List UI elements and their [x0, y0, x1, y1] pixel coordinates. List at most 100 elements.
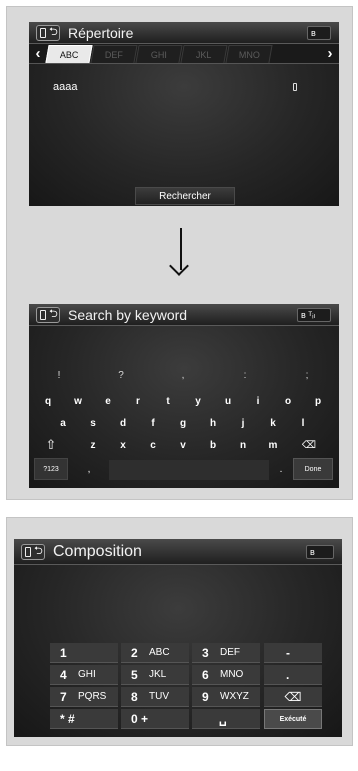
- key-letters: DEF: [220, 647, 240, 658]
- key-w[interactable]: w: [64, 392, 92, 410]
- down-arrow-icon: [180, 228, 182, 270]
- mode-key[interactable]: ?123: [34, 458, 68, 480]
- key-letters: ABC: [149, 647, 170, 658]
- bluetooth-icon: ʙ: [307, 26, 331, 40]
- dial-key[interactable]: -: [264, 643, 322, 663]
- execute-button[interactable]: Exécuté: [264, 709, 322, 729]
- key-p[interactable]: p: [304, 392, 332, 410]
- tab-mno[interactable]: MNO: [225, 44, 273, 63]
- search-button[interactable]: Rechercher: [135, 187, 235, 205]
- key-k[interactable]: k: [259, 414, 287, 432]
- key-d[interactable]: d: [109, 414, 137, 432]
- key-letters: GHI: [78, 669, 96, 680]
- dial-key[interactable]: 1: [50, 643, 118, 663]
- dial-key[interactable]: 5 JKL: [121, 665, 189, 685]
- key-u[interactable]: u: [214, 392, 242, 410]
- key-digit: 2: [131, 645, 138, 660]
- contact-name: aaaa: [53, 81, 78, 93]
- key-symbol[interactable]: ,: [173, 368, 193, 382]
- done-key[interactable]: Done: [293, 458, 333, 480]
- space-bar[interactable]: [109, 460, 269, 480]
- key-y[interactable]: y: [184, 392, 212, 410]
- key-b[interactable]: b: [199, 436, 227, 454]
- key-m[interactable]: m: [259, 436, 287, 454]
- dial-key[interactable]: 2 ABC: [121, 643, 189, 663]
- title-bar: ⮌ Composition ʙ: [14, 539, 342, 565]
- key-digit: -: [286, 645, 290, 660]
- dial-key[interactable]: .: [264, 665, 322, 685]
- key-o[interactable]: o: [274, 392, 302, 410]
- key-g[interactable]: g: [169, 414, 197, 432]
- key-q[interactable]: q: [34, 392, 62, 410]
- chevron-left-icon[interactable]: ‹: [29, 45, 47, 62]
- key-j[interactable]: j: [229, 414, 257, 432]
- dial-key[interactable]: 8 TUV: [121, 687, 189, 707]
- key-digit: 5: [131, 667, 138, 682]
- key-letters: TUV: [149, 691, 169, 702]
- key-digit: 6: [202, 667, 209, 682]
- chevron-right-icon[interactable]: ›: [321, 45, 339, 62]
- phone-back-icon[interactable]: ⮌: [36, 306, 60, 323]
- phone-back-icon[interactable]: ⮌: [21, 543, 45, 560]
- key-digit: * #: [60, 711, 75, 726]
- comma-key[interactable]: ,: [79, 458, 99, 480]
- key-digit: Exécuté: [279, 715, 307, 723]
- space-key[interactable]: ␣: [192, 709, 260, 729]
- dial-key[interactable]: 9 WXYZ: [192, 687, 260, 707]
- key-i[interactable]: i: [244, 392, 272, 410]
- key-letters: PQRS: [78, 691, 107, 702]
- dial-key[interactable]: 4 GHI: [50, 665, 118, 685]
- backspace-key[interactable]: ⌫: [264, 687, 322, 707]
- screen-title: Search by keyword: [68, 306, 188, 323]
- key-v[interactable]: v: [169, 436, 197, 454]
- shift-icon[interactable]: ⇧: [34, 436, 68, 454]
- contact-row[interactable]: aaaa: [53, 80, 297, 94]
- key-digit: 8: [131, 689, 138, 704]
- tab-def[interactable]: DEF: [90, 44, 138, 63]
- backspace-icon[interactable]: ⌫: [291, 436, 327, 454]
- key-digit: 4: [60, 667, 67, 682]
- key-l[interactable]: l: [289, 414, 317, 432]
- key-letters: WXYZ: [220, 691, 249, 702]
- phone-icon: [293, 83, 297, 91]
- key-letters: JKL: [149, 669, 167, 680]
- bluetooth-icon: ʙ: [306, 545, 334, 559]
- key-symbol[interactable]: ?: [111, 368, 131, 382]
- key-digit: 1: [60, 645, 67, 660]
- key-digit: ␣: [219, 711, 227, 726]
- dial-key[interactable]: 6 MNO: [192, 665, 260, 685]
- keyword-search-screen: ⮌ Search by keyword ʙ ᵀᵢₗ !?,:; q w e r t y u i o…: [29, 304, 339, 488]
- key-x[interactable]: x: [109, 436, 137, 454]
- dial-key[interactable]: 0 +: [121, 709, 189, 729]
- tab-ghi[interactable]: GHI: [135, 44, 183, 63]
- title-bar: ⮌ Search by keyword ʙ ᵀᵢₗ: [29, 304, 339, 326]
- backspace-icon: ⌫: [284, 689, 302, 704]
- key-n[interactable]: n: [229, 436, 257, 454]
- key-symbol[interactable]: !: [49, 368, 69, 382]
- dial-key[interactable]: 7 PQRS: [50, 687, 118, 707]
- key-digit: 7: [60, 689, 67, 704]
- screen-title: Répertoire: [68, 24, 134, 41]
- dial-screen: ⮌ Composition ʙ 1 2 ABC 3 DEF - 4 GHI 5 JKL 6 MNO. 7…: [14, 539, 342, 737]
- phone-back-icon[interactable]: ⮌: [36, 24, 60, 41]
- key-z[interactable]: z: [79, 436, 107, 454]
- key-t[interactable]: t: [154, 392, 182, 410]
- tab-jkl[interactable]: JKL: [180, 44, 228, 63]
- key-symbol[interactable]: :: [235, 368, 255, 382]
- key-f[interactable]: f: [139, 414, 167, 432]
- key-r[interactable]: r: [124, 392, 152, 410]
- key-h[interactable]: h: [199, 414, 227, 432]
- period-key[interactable]: .: [273, 458, 289, 480]
- tab-abc[interactable]: ABC: [45, 44, 93, 63]
- dial-key[interactable]: 3 DEF: [192, 643, 260, 663]
- key-c[interactable]: c: [139, 436, 167, 454]
- dial-key[interactable]: * #: [50, 709, 118, 729]
- key-symbol[interactable]: ;: [297, 368, 317, 382]
- key-digit: .: [286, 667, 290, 682]
- key-digit: 9: [202, 689, 209, 704]
- key-s[interactable]: s: [79, 414, 107, 432]
- key-e[interactable]: e: [94, 392, 122, 410]
- key-a[interactable]: a: [49, 414, 77, 432]
- title-bar: ⮌ Répertoire ʙ: [29, 22, 339, 44]
- key-letters: MNO: [220, 669, 244, 680]
